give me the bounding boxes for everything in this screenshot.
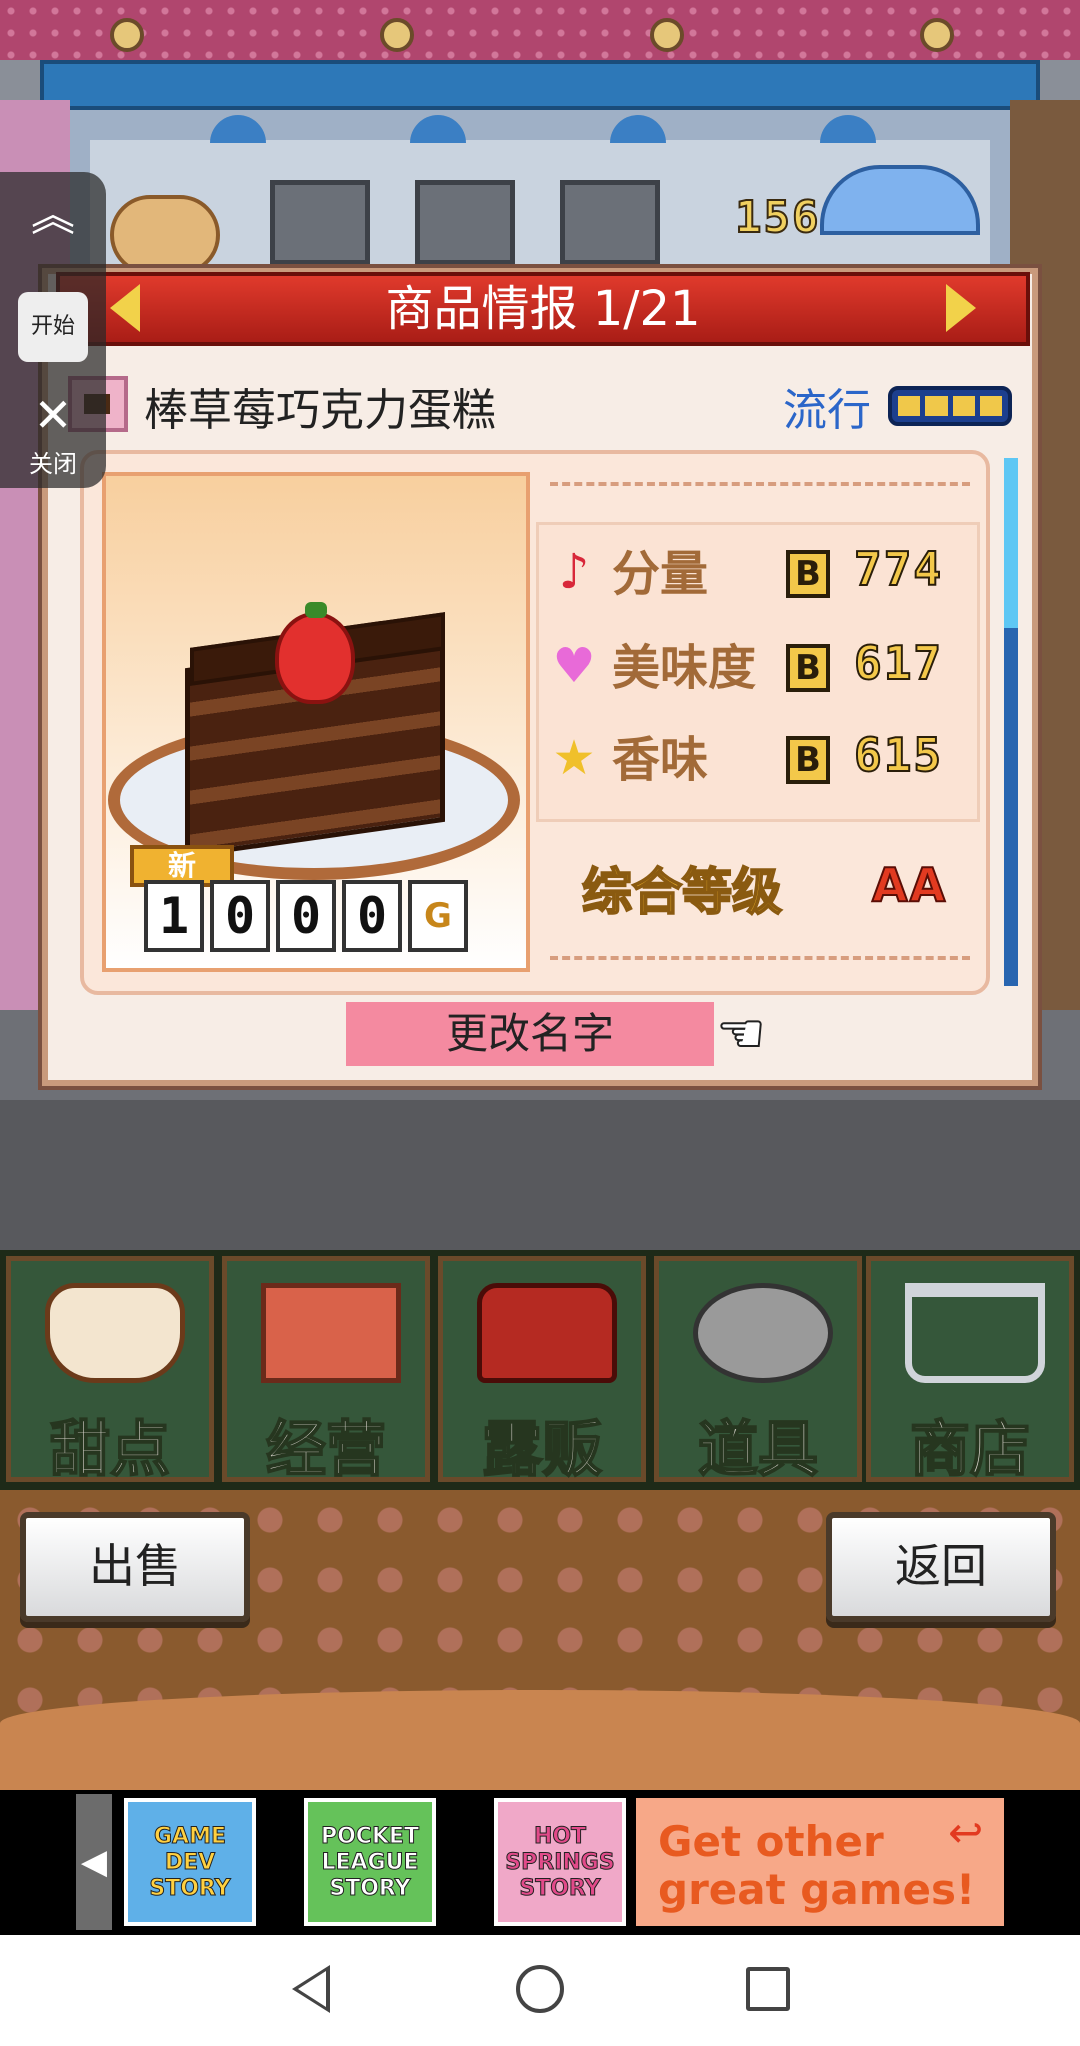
- return-arrow-icon: ↩: [948, 1808, 984, 1857]
- dialog-header: 商品情报 1/21: [56, 272, 1030, 346]
- stat-grade: B: [786, 736, 830, 784]
- stat-row-portion: ♪ 分量 B 774: [540, 536, 980, 616]
- gold-unit-icon: G: [408, 880, 468, 952]
- price-display: 1 0 0 0 G: [144, 880, 480, 952]
- stat-value: 774: [853, 541, 944, 597]
- trend-meter: [888, 386, 1012, 426]
- ad-cta-line: great games!: [658, 1865, 976, 1914]
- menu-item-label: 露贩: [481, 1414, 603, 1486]
- nav-recents-icon[interactable]: [746, 1967, 790, 2011]
- star-icon: ★: [552, 730, 596, 786]
- close-icon[interactable]: ✕: [28, 390, 78, 440]
- stat-label: 香味: [612, 732, 709, 788]
- roof-ornament: [920, 18, 954, 52]
- stat-value: 615: [853, 727, 944, 783]
- nav-home-icon[interactable]: [516, 1965, 564, 2013]
- collapse-icon[interactable]: ︽: [22, 194, 84, 246]
- menu-item-desserts[interactable]: 甜点: [6, 1256, 214, 1486]
- divider: [550, 956, 970, 960]
- ad-game-thumbnail[interactable]: GAME DEV STORY: [124, 1798, 256, 1926]
- system-nav-bar: [0, 1935, 1080, 2046]
- shop-icon: [261, 1283, 401, 1383]
- floating-widget: ︽ 开始 ✕ 关闭: [0, 172, 106, 488]
- food-truck-icon: [477, 1283, 617, 1383]
- customer-counter: 156: [734, 191, 821, 244]
- menu-item-label: 商店: [909, 1414, 1031, 1486]
- dialog-title: 商品情报 1/21: [385, 281, 701, 337]
- trend-label: 流行: [783, 385, 871, 436]
- ad-banner[interactable]: ◀ GAME DEV STORY POCKET LEAGUE STORY HOT…: [0, 1790, 1080, 1935]
- ad-game-thumbnail[interactable]: POCKET LEAGUE STORY: [304, 1798, 436, 1926]
- items-icon: [693, 1283, 833, 1383]
- menu-item-management[interactable]: 经营: [222, 1256, 430, 1486]
- music-note-icon: ♪: [558, 544, 590, 600]
- next-product-arrow-icon[interactable]: [946, 284, 976, 332]
- cake-icon: [45, 1283, 185, 1383]
- stat-grade: B: [786, 644, 830, 692]
- overall-grade-label: 综合等级: [581, 862, 783, 922]
- rename-button[interactable]: 更改名字: [346, 1002, 714, 1066]
- sell-button[interactable]: 出售: [20, 1512, 250, 1622]
- close-label[interactable]: 关闭: [0, 444, 106, 479]
- oven: [560, 180, 660, 265]
- scroll-thumb[interactable]: [1004, 458, 1018, 628]
- pointing-hand-icon: ☛: [716, 1001, 766, 1066]
- roof: [0, 0, 1080, 60]
- start-button[interactable]: 开始: [18, 292, 88, 362]
- menu-item-label: 经营: [265, 1414, 387, 1486]
- product-name: 棒草莓巧克力蛋糕: [144, 385, 496, 436]
- bottom-rim: [0, 1690, 1080, 1790]
- back-button[interactable]: 返回: [826, 1512, 1056, 1622]
- oven: [415, 180, 515, 265]
- roof-ornament: [380, 18, 414, 52]
- stat-grade: B: [786, 550, 830, 598]
- trend-segment: [898, 396, 921, 416]
- price-digit: 0: [210, 880, 270, 952]
- heart-icon: ♥: [552, 638, 596, 694]
- bread-display: [110, 195, 220, 275]
- strawberry-icon: [275, 602, 355, 704]
- roof-ornament: [650, 18, 684, 52]
- price-digit: 0: [276, 880, 336, 952]
- price-digit: 0: [342, 880, 402, 952]
- menu-item-store[interactable]: 商店: [866, 1256, 1074, 1486]
- stat-label: 美味度: [612, 640, 757, 696]
- street: [0, 1100, 1080, 1250]
- price-digit: 1: [144, 880, 204, 952]
- trend-segment: [979, 396, 1002, 416]
- trend-segment: [925, 396, 948, 416]
- oven: [270, 180, 370, 265]
- ad-game-thumbnail[interactable]: HOT SPRINGS STORY: [494, 1798, 626, 1926]
- cart-icon: [905, 1283, 1045, 1383]
- divider: [550, 482, 970, 486]
- scrollbar[interactable]: [1004, 458, 1018, 986]
- stat-row-taste: ♥ 美味度 B 617: [540, 630, 980, 710]
- chevron-left-icon[interactable]: ◀: [76, 1794, 112, 1930]
- menu-item-items[interactable]: 道具: [654, 1256, 862, 1486]
- menu-item-label: 道具: [697, 1414, 819, 1486]
- stat-value: 617: [853, 635, 944, 691]
- stat-label: 分量: [612, 546, 709, 602]
- trend-segment: [952, 396, 975, 416]
- product-name-row: 棒草莓巧克力蛋糕 流行: [68, 368, 1018, 438]
- nav-back-icon[interactable]: [288, 1963, 330, 2015]
- roof-ornament: [110, 18, 144, 52]
- menu-item-label: 甜点: [49, 1414, 171, 1486]
- shop-awning: [40, 60, 1040, 110]
- stat-row-aroma: ★ 香味 B 615: [540, 722, 980, 802]
- overall-grade-value: AA: [871, 857, 948, 913]
- menu-item-food-truck[interactable]: 露贩: [438, 1256, 646, 1486]
